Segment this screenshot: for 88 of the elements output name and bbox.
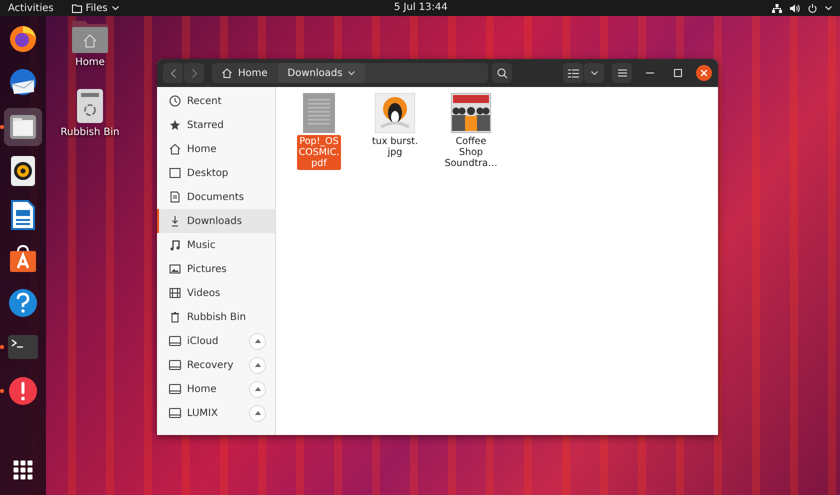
chevron-down-icon bbox=[590, 70, 598, 76]
app-grid-icon bbox=[13, 460, 33, 480]
star-icon bbox=[169, 119, 181, 131]
path-crumb[interactable]: Downloads bbox=[278, 63, 366, 83]
speaker-icon bbox=[11, 156, 35, 186]
file-name: tux burst. jpg bbox=[370, 135, 420, 159]
chevron-down-icon bbox=[348, 70, 356, 76]
sidebar-item[interactable]: Music bbox=[157, 233, 275, 257]
app-menu[interactable]: Files bbox=[72, 2, 119, 14]
document-icon bbox=[169, 191, 181, 203]
close-icon bbox=[701, 70, 707, 76]
sidebar-item[interactable]: Downloads bbox=[157, 209, 275, 233]
search-button[interactable] bbox=[492, 63, 512, 83]
sidebar-item[interactable]: LUMIX bbox=[157, 401, 249, 425]
picture-icon bbox=[169, 263, 181, 275]
file-item[interactable]: tux burst. jpg bbox=[364, 91, 426, 159]
menu-button[interactable] bbox=[612, 63, 632, 83]
volume-icon[interactable] bbox=[790, 4, 800, 12]
clock[interactable]: 5 Jul 13:44 bbox=[394, 2, 448, 13]
view-list-button[interactable] bbox=[563, 63, 583, 83]
desktop-icon-label: Home bbox=[75, 57, 105, 68]
network-icon[interactable] bbox=[772, 4, 782, 12]
home-folder-icon[interactable] bbox=[71, 20, 109, 54]
minimize-icon bbox=[646, 72, 654, 74]
close-button[interactable] bbox=[696, 65, 712, 81]
menu-icon bbox=[618, 69, 626, 77]
file-item[interactable]: Coffee Shop Soundtra… bbox=[440, 91, 502, 170]
file-name: Coffee Shop Soundtra… bbox=[444, 135, 498, 170]
maximize-icon bbox=[674, 69, 682, 77]
browser-icon bbox=[8, 24, 38, 54]
sidebar-item[interactable]: Documents bbox=[157, 185, 275, 209]
drive-icon bbox=[169, 336, 181, 346]
download-icon bbox=[169, 215, 181, 227]
terminal-icon bbox=[8, 335, 38, 359]
power-icon[interactable] bbox=[808, 4, 817, 12]
drive-icon bbox=[169, 408, 181, 418]
eject-icon bbox=[254, 362, 260, 368]
home-icon bbox=[222, 68, 232, 78]
folder-icon bbox=[9, 114, 37, 140]
forward-button[interactable] bbox=[184, 63, 204, 83]
desktop-icon bbox=[169, 167, 181, 179]
sidebar-item[interactable]: Pictures bbox=[157, 257, 275, 281]
sidebar-item[interactable]: Rubbish Bin bbox=[157, 305, 275, 329]
help-icon bbox=[8, 288, 38, 318]
trash-icon bbox=[169, 311, 181, 323]
sidebar-item[interactable]: Home bbox=[157, 377, 249, 401]
sidebar-item[interactable]: Recovery bbox=[157, 353, 249, 377]
document-thumbnail bbox=[303, 93, 335, 133]
file-item[interactable]: Pop!_OS COSMIC. pdf bbox=[288, 91, 350, 170]
activities-button[interactable]: Activities bbox=[8, 2, 54, 14]
album-cover-thumbnail bbox=[451, 93, 491, 133]
eject-button[interactable] bbox=[249, 332, 266, 350]
warning-icon bbox=[8, 376, 38, 406]
desktop-icon-label: Rubbish Bin bbox=[60, 127, 120, 138]
drive-icon bbox=[169, 384, 181, 394]
sidebar-item[interactable]: Home bbox=[157, 137, 275, 161]
sidebar-item[interactable]: Recent bbox=[157, 89, 275, 113]
chevron-left-icon bbox=[170, 68, 176, 78]
folder-icon bbox=[72, 4, 82, 12]
back-button[interactable] bbox=[163, 63, 183, 83]
film-icon bbox=[169, 287, 181, 299]
music-note-icon bbox=[169, 239, 181, 251]
eject-button[interactable] bbox=[249, 380, 266, 398]
mail-icon bbox=[8, 68, 38, 98]
chevron-down-icon[interactable] bbox=[825, 6, 832, 10]
document-icon bbox=[11, 200, 35, 230]
eject-icon bbox=[254, 338, 260, 344]
eject-icon bbox=[254, 386, 260, 392]
sidebar-item[interactable]: Desktop bbox=[157, 161, 275, 185]
view-options-button[interactable] bbox=[584, 63, 604, 83]
drive-icon bbox=[169, 360, 181, 370]
clock-icon bbox=[169, 95, 181, 107]
eject-icon bbox=[254, 410, 260, 416]
sidebar-item[interactable]: Starred bbox=[157, 113, 275, 137]
chevron-right-icon bbox=[192, 68, 196, 78]
list-icon bbox=[568, 68, 578, 78]
home-icon bbox=[169, 143, 181, 155]
file-name: Pop!_OS COSMIC. pdf bbox=[296, 135, 342, 170]
sidebar-item[interactable]: Videos bbox=[157, 281, 275, 305]
shopping-bag-icon bbox=[9, 245, 37, 273]
sidebar-item[interactable]: iCloud bbox=[157, 329, 249, 353]
eject-button[interactable] bbox=[249, 356, 266, 374]
penguin-thumbnail bbox=[375, 93, 415, 133]
chevron-down-icon bbox=[112, 6, 119, 10]
path-crumb[interactable]: Home bbox=[212, 63, 278, 83]
eject-button[interactable] bbox=[249, 404, 266, 422]
search-icon bbox=[496, 68, 508, 78]
trash-icon[interactable] bbox=[76, 88, 104, 124]
